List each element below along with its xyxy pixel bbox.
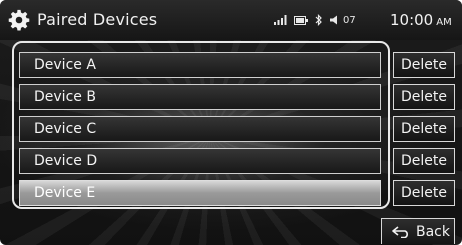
clock-ampm: AM [436, 17, 452, 28]
battery-icon [294, 15, 308, 25]
speaker-volume-icon [330, 15, 337, 25]
device-item-b[interactable]: Device B [19, 84, 381, 110]
device-item-c[interactable]: Device C [19, 116, 381, 142]
signal-strength-icon [274, 15, 287, 25]
device-item-d[interactable]: Device D [19, 148, 381, 174]
paired-devices-screen: Paired Devices 07 10:00 AM Device A Devi… [0, 0, 462, 245]
delete-button-d[interactable]: Delete [393, 148, 455, 174]
device-item-a[interactable]: Device A [19, 52, 381, 78]
settings-gear-icon [8, 9, 30, 31]
delete-button-c[interactable]: Delete [393, 116, 455, 142]
back-arrow-icon [392, 226, 408, 238]
device-item-e[interactable]: Device E [19, 180, 381, 206]
header-bar: Paired Devices 07 10:00 AM [0, 0, 462, 40]
page-title: Paired Devices [37, 10, 158, 29]
back-label: Back [416, 224, 450, 240]
clock-time: 10:00 [390, 11, 434, 29]
clock: 10:00 AM [390, 11, 452, 29]
volume-level: 07 [343, 14, 356, 26]
delete-button-e[interactable]: Delete [393, 180, 455, 206]
delete-button-b[interactable]: Delete [393, 84, 455, 110]
status-icons: 07 [274, 13, 356, 27]
back-button[interactable]: Back [381, 218, 455, 244]
bluetooth-icon [315, 14, 322, 26]
delete-button-a[interactable]: Delete [393, 52, 455, 78]
